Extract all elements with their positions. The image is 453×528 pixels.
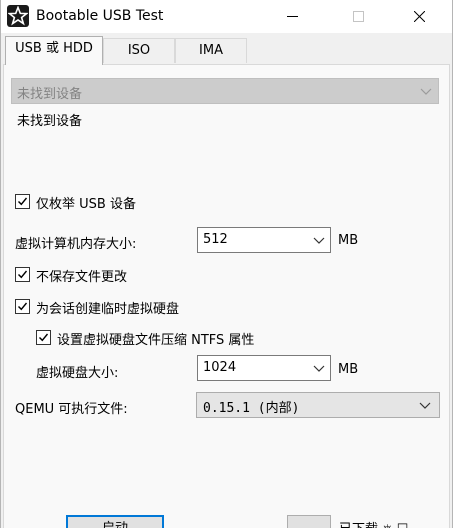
checkmark-icon [18,302,28,311]
device-select: 未找到设备 [11,78,439,104]
disk-size-combo[interactable]: 1024 [197,355,331,381]
no-save-option[interactable]: 不保存文件更改 [15,265,215,285]
start-button[interactable]: 启动 [66,515,164,528]
usb-only-label: 仅枚举 USB 设备 [36,197,136,212]
window-title: Bootable USB Test [36,8,164,24]
temp-disk-label: 为会话创建临时虚拟硬盘 [36,302,180,317]
temp-disk-option[interactable]: 为会话创建临时虚拟硬盘 [15,297,255,317]
ntfs-compress-option[interactable]: 设置虚拟硬盘文件压缩 NTFS 属性 [36,328,316,348]
temp-disk-checkbox[interactable] [15,299,30,314]
app-window: Bootable USB Test USB 或 HDD ISO IMA 未找到设… [0,0,453,528]
tab-ima[interactable]: IMA [175,38,247,63]
no-save-checkbox[interactable] [15,267,30,282]
disk-size-dropdown-button[interactable] [308,356,330,380]
footer-status-text: 已下载 ⎈ ☐ [339,518,408,528]
qemu-value: 0.15.1 (内部) [203,401,300,416]
tab-panel [3,64,450,528]
close-button[interactable] [396,0,442,33]
checkmark-icon [18,270,28,279]
qemu-label: QEMU 可执行文件: [15,402,128,417]
disk-size-value: 1024 [203,360,237,375]
minimize-button[interactable] [269,0,315,33]
ntfs-compress-label: 设置虚拟硬盘文件压缩 NTFS 属性 [57,333,255,348]
memory-dropdown-button[interactable] [308,228,330,252]
secondary-button[interactable] [287,515,331,528]
chevron-down-icon [420,88,432,95]
device-status-label: 未找到设备 [17,114,83,129]
chevron-down-icon [419,402,431,409]
checkmark-icon [18,197,28,206]
qemu-select[interactable]: 0.15.1 (内部) [196,392,440,418]
close-icon [414,11,425,22]
maximize-icon [353,11,364,22]
maximize-button [335,0,381,33]
memory-label: 虚拟计算机内存大小: [15,237,137,252]
tab-strip: USB 或 HDD ISO IMA [3,36,450,65]
tab-usb-hdd[interactable]: USB 或 HDD [5,36,103,65]
usb-only-checkbox[interactable] [15,194,30,209]
ntfs-compress-checkbox[interactable] [36,330,51,345]
memory-unit: MB [338,233,359,248]
title-bar[interactable]: Bootable USB Test [1,0,452,33]
device-select-value: 未找到设备 [17,87,83,102]
disk-size-unit: MB [338,362,359,377]
disk-size-label: 虚拟硬盘大小: [36,366,119,381]
chevron-down-icon [313,237,325,244]
chevron-down-icon [313,365,325,372]
no-save-label: 不保存文件更改 [36,270,128,285]
memory-combo[interactable]: 512 [197,227,331,253]
star-app-icon[interactable] [7,5,29,27]
checkmark-icon [39,333,49,342]
usb-only-option[interactable]: 仅枚举 USB 设备 [15,192,215,212]
minimize-icon [287,16,298,17]
tab-iso[interactable]: ISO [103,38,175,63]
memory-value: 512 [203,232,228,247]
